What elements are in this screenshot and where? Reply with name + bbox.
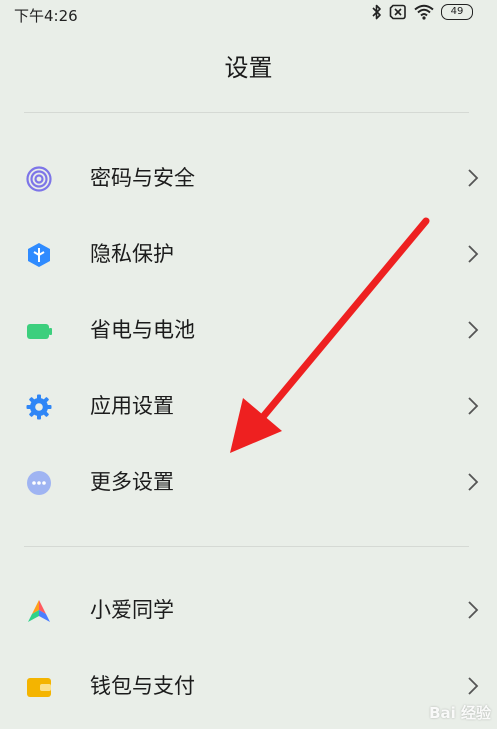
- status-bar: 下午4:26 49: [0, 0, 497, 28]
- settings-group-2: 小爱同学 钱包与支付: [0, 572, 497, 724]
- watermark: Bai 经验: [429, 704, 491, 722]
- privacy-shield-icon: [26, 242, 52, 268]
- battery-icon: 49: [441, 4, 473, 20]
- header-divider: [24, 112, 469, 113]
- more-dots-icon: [26, 470, 52, 496]
- xiaoai-icon: [26, 598, 52, 624]
- status-time: 下午4:26: [14, 7, 78, 25]
- settings-item-privacy[interactable]: 隐私保护: [0, 216, 497, 292]
- bluetooth-icon: [372, 4, 382, 20]
- page-title: 设置: [224, 54, 273, 82]
- chevron-right-icon: [467, 244, 479, 264]
- chevron-right-icon: [467, 676, 479, 696]
- settings-item-battery[interactable]: 省电与电池: [0, 292, 497, 368]
- settings-group-1: 密码与安全 隐私保护 省电与电池 应用设置 更多设置: [0, 140, 497, 520]
- chevron-right-icon: [467, 396, 479, 416]
- battery-green-icon: [26, 318, 52, 344]
- group-divider: [24, 546, 469, 547]
- wallet-icon: [26, 674, 52, 700]
- settings-item-label: 更多设置: [90, 470, 174, 494]
- sim-off-icon: [389, 4, 407, 20]
- status-icons: 49: [372, 4, 473, 20]
- settings-item-label: 密码与安全: [90, 166, 195, 190]
- chevron-right-icon: [467, 168, 479, 188]
- wifi-icon: [414, 4, 434, 20]
- settings-item-label: 省电与电池: [90, 318, 195, 342]
- chevron-right-icon: [467, 600, 479, 620]
- settings-item-label: 小爱同学: [90, 598, 174, 622]
- chevron-right-icon: [467, 472, 479, 492]
- settings-item-label: 隐私保护: [90, 242, 174, 266]
- settings-item-label: 应用设置: [90, 394, 174, 418]
- settings-item-xiaoai[interactable]: 小爱同学: [0, 572, 497, 648]
- settings-item-more-settings[interactable]: 更多设置: [0, 444, 497, 520]
- chevron-right-icon: [467, 320, 479, 340]
- fingerprint-icon: [26, 166, 52, 192]
- settings-item-password-security[interactable]: 密码与安全: [0, 140, 497, 216]
- settings-item-label: 钱包与支付: [90, 674, 195, 698]
- settings-item-wallet[interactable]: 钱包与支付: [0, 648, 497, 724]
- gear-icon: [26, 394, 52, 420]
- settings-item-app-settings[interactable]: 应用设置: [0, 368, 497, 444]
